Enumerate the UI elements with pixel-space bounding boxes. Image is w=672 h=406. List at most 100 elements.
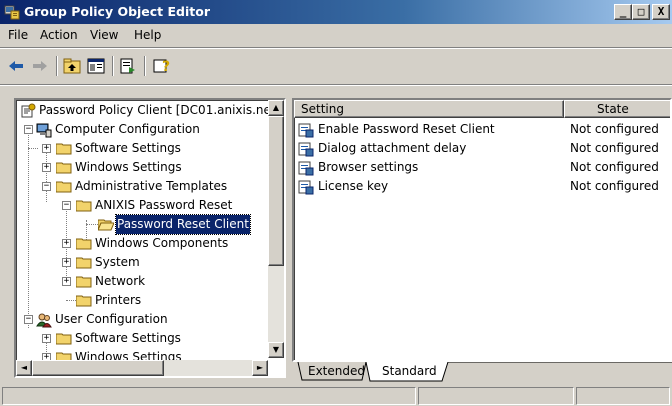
column-header-setting[interactable]: Setting	[294, 100, 564, 118]
tree-item-label: Administrative Templates	[75, 179, 228, 193]
svg-text:?: ?	[162, 59, 170, 75]
tree-horizontal-scrollbar[interactable]: ◄ ►	[16, 360, 268, 376]
folder-icon	[56, 181, 72, 193]
minimize-button[interactable]: _	[614, 4, 632, 20]
expand-toggle[interactable]: +	[42, 334, 51, 343]
setting-name: Browser settings	[318, 160, 419, 174]
toolbar-divider	[0, 84, 672, 86]
scroll-left-button[interactable]: ◄	[16, 360, 32, 376]
up-folder-icon[interactable]	[62, 56, 82, 76]
toolbar-separator	[112, 56, 114, 76]
users-icon	[36, 313, 52, 328]
tree-item-administrative-templates[interactable]: − Administrative Templates	[16, 177, 276, 196]
folder-icon	[56, 143, 72, 155]
menu-bar: File Action View Help	[0, 26, 672, 46]
tree-item-label: Printers	[95, 293, 142, 307]
menu-file[interactable]: File	[8, 28, 28, 42]
tree-item-network[interactable]: + Network	[16, 272, 276, 291]
export-list-icon[interactable]	[118, 56, 138, 76]
expand-toggle[interactable]: +	[62, 258, 71, 267]
menu-divider	[0, 47, 672, 49]
toolbar-separator	[56, 56, 58, 76]
collapse-toggle[interactable]: −	[24, 125, 33, 134]
folder-icon	[76, 238, 92, 250]
tree-item-root[interactable]: Password Policy Client [DC01.anixis.ne	[16, 101, 276, 120]
gpo-app-icon	[4, 5, 20, 20]
expand-toggle[interactable]: +	[62, 277, 71, 286]
gpo-editor-window: Group Policy Object Editor _ □ X File Ac…	[0, 0, 672, 406]
status-pane-tertiary	[576, 387, 670, 405]
tree-item-label: ANIXIS Password Reset	[95, 198, 233, 212]
tab-standard[interactable]: Standard	[374, 362, 445, 382]
menu-action[interactable]: Action	[40, 28, 78, 42]
tree-item-label: System	[95, 255, 140, 269]
setting-state: Not configured	[570, 160, 659, 174]
folder-icon	[76, 200, 92, 212]
list-item[interactable]: Enable Password Reset Client Not configu…	[294, 120, 670, 139]
computer-icon	[36, 123, 52, 138]
expand-toggle[interactable]: +	[42, 163, 51, 172]
setting-state: Not configured	[570, 141, 659, 155]
list-item[interactable]: License key Not configured	[294, 177, 670, 196]
tree-item-label: Windows Settings	[75, 160, 182, 174]
folder-icon	[76, 257, 92, 269]
column-header-state[interactable]: State	[564, 100, 670, 118]
tree-item-label: Software Settings	[75, 141, 181, 155]
tree-item-label: Password Policy Client [DC01.anixis.ne	[39, 103, 271, 117]
folder-icon	[56, 333, 72, 345]
back-arrow-icon[interactable]	[6, 56, 26, 76]
collapse-toggle[interactable]: −	[62, 201, 71, 210]
setting-state: Not configured	[570, 179, 659, 193]
show-hide-tree-icon[interactable]	[86, 56, 106, 76]
folder-icon	[56, 162, 72, 174]
toolbar-separator	[144, 56, 146, 76]
menu-help[interactable]: Help	[134, 28, 161, 42]
tree-item-system[interactable]: + System	[16, 253, 276, 272]
tree-item-windows-settings[interactable]: + Windows Settings	[16, 158, 276, 177]
scroll-right-button[interactable]: ►	[252, 360, 268, 376]
close-button[interactable]: X	[652, 4, 670, 20]
maximize-button[interactable]: □	[632, 4, 650, 20]
window-title: Group Policy Object Editor	[24, 4, 211, 19]
tree-item-label: Password Reset Client	[115, 214, 251, 235]
scroll-thumb[interactable]	[268, 116, 284, 266]
scroll-down-button[interactable]: ▼	[268, 342, 284, 358]
status-pane-main	[2, 387, 416, 405]
status-pane-secondary	[418, 387, 574, 405]
tree-item-software-settings[interactable]: + Software Settings	[16, 139, 276, 158]
list-item[interactable]: Dialog attachment delay Not configured	[294, 139, 670, 158]
tree-item-label: Windows Components	[95, 236, 229, 250]
title-bar[interactable]: Group Policy Object Editor _ □ X	[0, 0, 672, 24]
policy-setting-icon	[298, 123, 314, 138]
view-tabs: Extended Standard	[292, 362, 672, 384]
menu-view[interactable]: View	[90, 28, 118, 42]
tree-item-anixis-password-reset[interactable]: − ANIXIS Password Reset	[16, 196, 276, 215]
tree-item-label: Computer Configuration	[55, 122, 200, 136]
setting-name: Enable Password Reset Client	[318, 122, 495, 136]
tree-item-password-reset-client[interactable]: Password Reset Client	[16, 214, 276, 235]
expand-toggle[interactable]: +	[42, 144, 51, 153]
setting-name: License key	[318, 179, 389, 193]
tree-item-user-software-settings[interactable]: + Software Settings	[16, 329, 276, 348]
tree-pane[interactable]: Password Policy Client [DC01.anixis.ne −…	[14, 98, 286, 378]
open-folder-icon	[98, 219, 114, 231]
tree-item-printers[interactable]: Printers	[16, 291, 276, 310]
tree-item-windows-components[interactable]: + Windows Components	[16, 234, 276, 253]
expand-toggle[interactable]: +	[62, 239, 71, 248]
tree-vertical-scrollbar[interactable]: ▲ ▼	[268, 100, 284, 358]
scroll-up-button[interactable]: ▲	[268, 100, 284, 116]
tree-item-label: Network	[95, 274, 146, 288]
folder-icon	[76, 295, 92, 307]
collapse-toggle[interactable]: −	[24, 315, 33, 324]
tree-item-user-configuration[interactable]: − User Configuration	[16, 310, 276, 329]
help-icon[interactable]: ?	[152, 56, 172, 76]
list-item[interactable]: Browser settings Not configured	[294, 158, 670, 177]
collapse-toggle[interactable]: −	[42, 182, 51, 191]
forward-arrow-icon[interactable]	[30, 56, 50, 76]
scroll-thumb[interactable]	[32, 360, 164, 376]
policy-setting-icon	[298, 180, 314, 195]
tab-extended[interactable]: Extended	[300, 362, 373, 382]
tree-item-computer-configuration[interactable]: − Computer Configuration	[16, 120, 276, 139]
tree-item-label: Software Settings	[75, 331, 181, 345]
details-pane[interactable]: Setting State Enable Password Reset Clie…	[292, 98, 672, 362]
